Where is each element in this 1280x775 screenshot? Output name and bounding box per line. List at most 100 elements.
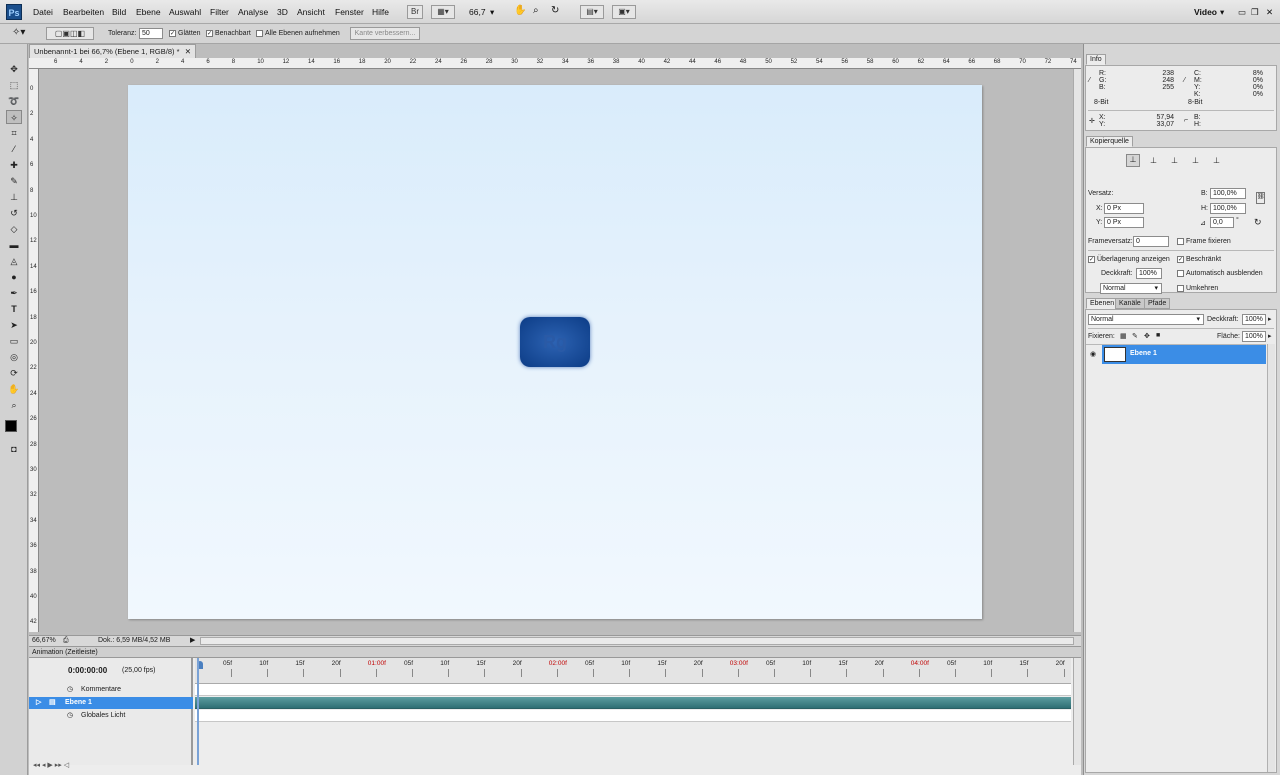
gradient-tool-icon[interactable]: ▬: [6, 238, 22, 252]
blur-tool-icon[interactable]: ◬: [6, 254, 22, 268]
layer-row-selected[interactable]: Ebene 1: [1102, 345, 1266, 364]
timeline-track-global-light[interactable]: [195, 710, 1071, 722]
reset-icon[interactable]: ↻: [1254, 217, 1262, 228]
auto-hide-checkbox[interactable]: [1177, 270, 1184, 277]
timeline-ruler[interactable]: 05f 10f 15f 20f 01:00f 05f 10f 15f 20f 02:00f 05f 1…: [195, 658, 1071, 684]
bridge-icon[interactable]: Br: [407, 5, 423, 19]
foreground-color-swatch[interactable]: [5, 420, 17, 432]
magic-wand-icon[interactable]: ✧▾: [12, 27, 25, 38]
document-tab[interactable]: Unbenannt-1 bei 66,7% (Ebene 1, RGB/8) *…: [29, 44, 196, 58]
healing-brush-icon[interactable]: ✚: [6, 158, 22, 172]
3d-rotate-icon[interactable]: ◎: [6, 350, 22, 364]
zoom-tool-icon[interactable]: ⌕: [6, 398, 22, 412]
visibility-eye-icon[interactable]: ◉: [1090, 350, 1096, 358]
overlay-opacity-input[interactable]: 100%: [1136, 268, 1162, 279]
workspace-switcher[interactable]: Video: [1194, 7, 1217, 17]
overlay-mode-select[interactable]: Normal ▾: [1100, 283, 1162, 294]
hand-tool-icon[interactable]: ✋: [514, 5, 526, 16]
magic-wand-tool-icon[interactable]: ✧: [6, 110, 22, 124]
vertical-scrollbar[interactable]: [1073, 69, 1081, 632]
quick-mask-icon[interactable]: ◘: [6, 442, 22, 456]
frame-lock-checkbox[interactable]: [1177, 238, 1184, 245]
smooth-checkbox[interactable]: ✓: [169, 30, 176, 37]
close-tab-icon[interactable]: ✕: [185, 45, 191, 58]
menu-datei[interactable]: Datei: [33, 7, 53, 17]
zoom-status[interactable]: 66,67%: [32, 636, 56, 646]
move-tool-icon[interactable]: ✥: [6, 62, 22, 76]
clone-source-3-icon[interactable]: ⊥: [1171, 156, 1178, 165]
clone-stamp-icon[interactable]: ⊥: [6, 190, 22, 204]
layers-scrollbar[interactable]: [1267, 344, 1275, 772]
menu-analyse[interactable]: Analyse: [238, 7, 268, 17]
minimize-icon[interactable]: ▭: [1238, 7, 1246, 18]
extras-icon[interactable]: ▦▾: [431, 5, 455, 19]
stopwatch-icon[interactable]: ◷: [67, 710, 73, 722]
menu-bearbeiten[interactable]: Bearbeiten: [63, 7, 104, 17]
frame-offset-input[interactable]: 0: [1133, 236, 1169, 247]
chevron-down-icon[interactable]: ▾: [490, 7, 494, 18]
scale-h-input[interactable]: 100,0%: [1210, 203, 1246, 214]
tab-layers[interactable]: Ebenen: [1086, 298, 1119, 309]
timeline-row-global-light[interactable]: ◷ Globales Licht: [29, 710, 193, 722]
chevron-right-icon[interactable]: ▸: [1268, 332, 1272, 340]
offset-y-input[interactable]: 0 Px: [1104, 217, 1144, 228]
3d-orbit-icon[interactable]: ⟳: [6, 366, 22, 380]
screen-mode-icon[interactable]: ▣▾: [612, 5, 636, 19]
brush-tool-icon[interactable]: ✎: [6, 174, 22, 188]
lasso-tool-icon[interactable]: ➰: [6, 94, 22, 108]
timeline-layer-duration-bar[interactable]: [195, 697, 1071, 709]
adjacent-checkbox[interactable]: ✓: [206, 30, 213, 37]
menu-hilfe[interactable]: Hilfe: [372, 7, 389, 17]
document-canvas[interactable]: Rg: [128, 85, 982, 619]
clone-source-4-icon[interactable]: ⊥: [1192, 156, 1199, 165]
chevron-down-icon[interactable]: ▾: [1220, 7, 1224, 18]
tab-clone-source[interactable]: Kopierquelle: [1086, 136, 1133, 147]
eraser-tool-icon[interactable]: ◇: [6, 222, 22, 236]
menu-filter[interactable]: Filter: [210, 7, 229, 17]
status-menu-icon[interactable]: ⎙: [63, 636, 69, 646]
arrange-documents-icon[interactable]: ▤▾: [580, 5, 604, 19]
layer-name[interactable]: Ebene 1: [1130, 350, 1157, 357]
refine-edge-button[interactable]: Kante verbessern...: [350, 27, 420, 40]
marquee-tool-icon[interactable]: ⬚: [6, 78, 22, 92]
pen-tool-icon[interactable]: ✒: [6, 286, 22, 300]
horizontal-scrollbar[interactable]: [200, 637, 1074, 645]
current-time-indicator[interactable]: [197, 658, 199, 765]
scale-w-input[interactable]: 100,0%: [1210, 188, 1246, 199]
crop-tool-icon[interactable]: ⌗: [6, 126, 22, 140]
timeline-scrollbar[interactable]: [1073, 658, 1081, 765]
lock-position-icon[interactable]: ✥: [1144, 332, 1150, 340]
clone-source-1-icon[interactable]: ⊥: [1126, 154, 1140, 167]
link-icon[interactable]: ⛓: [1256, 192, 1265, 204]
zoom-dropdown[interactable]: 66,7: [469, 7, 486, 17]
clone-source-2-icon[interactable]: ⊥: [1150, 156, 1157, 165]
clone-source-5-icon[interactable]: ⊥: [1213, 156, 1220, 165]
chevron-right-icon[interactable]: ▸: [1268, 315, 1272, 323]
expand-triangle-icon[interactable]: ▷: [36, 697, 41, 709]
timeline-controls[interactable]: ◂◂ ◂ ▶ ▸▸ ◁: [33, 761, 69, 769]
angle-input[interactable]: 0,0: [1210, 217, 1234, 228]
animation-panel-tab[interactable]: Animation (Zeitleiste): [29, 646, 1081, 658]
close-icon[interactable]: ✕: [1266, 7, 1273, 18]
timeline-row-comments[interactable]: ◷ Kommentare: [29, 684, 193, 696]
blend-mode-select[interactable]: Normal ▾: [1088, 314, 1204, 325]
show-overlay-checkbox[interactable]: ✓: [1088, 256, 1095, 263]
eyedropper-tool-icon[interactable]: ⁄: [6, 142, 22, 156]
timeline-row-layer[interactable]: ▷ ▤ Ebene 1: [29, 697, 193, 709]
menu-ansicht[interactable]: Ansicht: [297, 7, 325, 17]
tab-paths[interactable]: Pfade: [1144, 298, 1171, 309]
clipped-checkbox[interactable]: ✓: [1177, 256, 1184, 263]
selection-mode-icons[interactable]: ▢▣◫◧: [46, 27, 94, 40]
type-tool-icon[interactable]: T: [6, 302, 22, 316]
timeline-track-comments[interactable]: [195, 684, 1071, 696]
tolerance-input[interactable]: 50: [139, 28, 163, 39]
menu-ebene[interactable]: Ebene: [136, 7, 161, 17]
shape-tool-icon[interactable]: ▭: [6, 334, 22, 348]
tab-info[interactable]: Info: [1086, 54, 1106, 65]
lock-image-icon[interactable]: ✎: [1132, 332, 1138, 340]
hand-tool-icon[interactable]: ✋: [6, 382, 22, 396]
all-layers-checkbox[interactable]: [256, 30, 263, 37]
invert-checkbox[interactable]: [1177, 285, 1184, 292]
stopwatch-icon[interactable]: ◷: [67, 684, 73, 696]
timecode[interactable]: 0:00:00:00: [68, 666, 107, 675]
